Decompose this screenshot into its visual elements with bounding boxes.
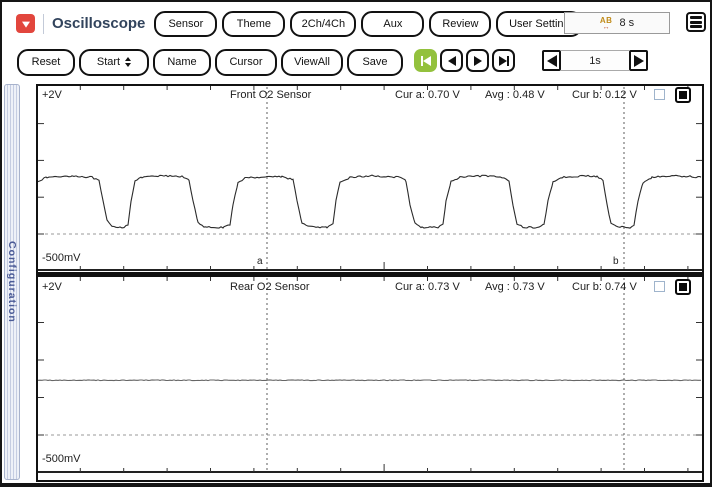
theme-button[interactable]: Theme xyxy=(222,11,285,37)
ch2-cursor-b-value: Cur b: 0.74 V xyxy=(572,281,637,293)
step-forward-icon xyxy=(474,56,482,66)
ch1-range-bottom-label: -500mV xyxy=(42,252,81,264)
up-down-spinner-icon xyxy=(125,57,131,67)
ab-time-value: 8 s xyxy=(619,17,634,29)
step-forward-button[interactable] xyxy=(466,49,489,72)
ch2-title: Rear O2 Sensor xyxy=(230,281,309,293)
ab-time-readout: AB ↔ 8 s xyxy=(564,12,670,34)
channel-mode-button[interactable]: 2Ch/4Ch xyxy=(290,11,356,37)
step-back-icon xyxy=(448,56,456,66)
configuration-tab-label: Configuration xyxy=(6,241,18,323)
right-arrow-icon xyxy=(634,55,644,67)
oscilloscope-window: Oscilloscope Sensor Theme 2Ch/4Ch Aux Re… xyxy=(0,0,712,487)
left-arrow-icon xyxy=(547,55,557,67)
timebase-increase-button[interactable] xyxy=(629,50,648,71)
cursor-button[interactable]: Cursor xyxy=(215,49,277,76)
name-button[interactable]: Name xyxy=(153,49,211,76)
rear-o2-scope-plot[interactable] xyxy=(38,277,702,478)
app-title: Oscilloscope xyxy=(52,15,145,32)
timebase-selector: 1s xyxy=(542,50,648,71)
ch2-range-top-label: +2V xyxy=(42,281,62,293)
aux-button[interactable]: Aux xyxy=(361,11,424,37)
app-dropdown-icon[interactable] xyxy=(16,14,35,33)
configuration-tab[interactable]: Configuration xyxy=(4,84,20,480)
ab-cursor-span-icon: AB ↔ xyxy=(600,17,613,30)
go-last-button[interactable] xyxy=(492,49,515,72)
ch1-checkbox[interactable] xyxy=(654,89,665,100)
playback-controls xyxy=(414,49,518,72)
ch1-cursor-b-value: Cur b: 0.12 V xyxy=(572,89,637,101)
control-toolbar: Reset Start Name Cursor ViewAll Save xyxy=(17,48,407,76)
title-divider xyxy=(43,14,44,34)
ch2-range-bottom-label: -500mV xyxy=(42,453,81,465)
ch2-channel-button[interactable] xyxy=(675,279,691,295)
top-toolbar: Oscilloscope Sensor Theme 2Ch/4Ch Aux Re… xyxy=(12,10,582,37)
timebase-value[interactable]: 1s xyxy=(561,50,629,71)
timebase-decrease-button[interactable] xyxy=(542,50,561,71)
scope-display: +2V Front O2 Sensor Cur a: 0.70 V Avg : … xyxy=(36,84,704,482)
cursor-a-marker: a xyxy=(257,256,263,267)
ch1-range-top-label: +2V xyxy=(42,89,62,101)
front-o2-scope-plot[interactable] xyxy=(38,86,702,276)
reset-button[interactable]: Reset xyxy=(17,49,75,76)
ch2-checkbox[interactable] xyxy=(654,281,665,292)
ch1-cursor-a-value: Cur a: 0.70 V xyxy=(395,89,460,101)
ch1-avg-value: Avg : 0.48 V xyxy=(485,89,545,101)
save-button[interactable]: Save xyxy=(347,49,403,76)
ch2-cursor-a-value: Cur a: 0.73 V xyxy=(395,281,460,293)
sensor-button[interactable]: Sensor xyxy=(154,11,217,37)
cursor-b-marker: b xyxy=(613,256,619,267)
review-button[interactable]: Review xyxy=(429,11,491,37)
ch1-title: Front O2 Sensor xyxy=(230,89,311,101)
go-last-icon xyxy=(499,56,507,66)
step-back-button[interactable] xyxy=(440,49,463,72)
menu-list-icon[interactable] xyxy=(686,12,706,32)
viewall-button[interactable]: ViewAll xyxy=(281,49,343,76)
start-select-button[interactable]: Start xyxy=(79,49,149,76)
ch1-channel-button[interactable] xyxy=(675,87,691,103)
ch2-avg-value: Avg : 0.73 V xyxy=(485,281,545,293)
go-first-button[interactable] xyxy=(414,49,437,72)
